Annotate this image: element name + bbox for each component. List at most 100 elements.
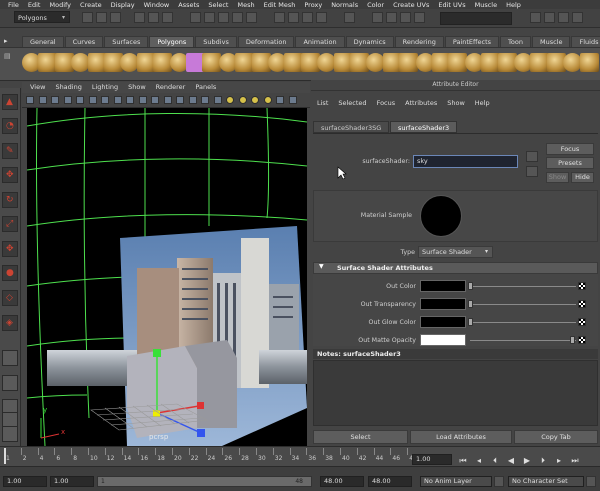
color-swatch[interactable]: [420, 316, 466, 328]
scale-tool-icon[interactable]: ⤢: [2, 216, 18, 232]
move-manipulator-x-handle[interactable]: [197, 402, 204, 409]
panel-menu-item[interactable]: Show: [128, 82, 146, 93]
menu-item[interactable]: Display: [111, 1, 135, 9]
last-tool-icon[interactable]: ◈: [2, 315, 18, 331]
menu-item[interactable]: Assets: [178, 1, 199, 9]
shelf-menu-icon[interactable]: ▸: [4, 37, 16, 46]
step-back-frame-icon[interactable]: ◂: [474, 456, 484, 466]
go-to-end-icon[interactable]: ⏭: [570, 456, 580, 466]
step-forward-key-icon[interactable]: ⏵: [538, 456, 548, 466]
lasso-tool-icon[interactable]: ◔: [2, 118, 18, 134]
step-forward-frame-icon[interactable]: ▸: [554, 456, 564, 466]
grid-toggle-icon[interactable]: [101, 96, 109, 104]
anim-layer-dropdown[interactable]: No Anim Layer: [420, 476, 492, 487]
image-plane-icon[interactable]: [63, 96, 72, 104]
menu-item[interactable]: Create: [80, 1, 102, 9]
select-joints-icon[interactable]: [204, 12, 215, 23]
slider-knob[interactable]: [468, 318, 473, 326]
move-manipulator-z-handle[interactable]: [197, 429, 205, 437]
soft-mod-icon[interactable]: ●: [2, 265, 18, 281]
camera-attributes-icon[interactable]: [38, 96, 47, 104]
ae-menu-item[interactable]: Show: [447, 97, 465, 109]
film-gate-icon[interactable]: [113, 96, 122, 104]
safe-action-icon[interactable]: [163, 96, 172, 104]
attribute-slider[interactable]: [470, 322, 576, 323]
history-icon[interactable]: [344, 12, 355, 23]
render-settings-icon[interactable]: [414, 12, 425, 23]
menu-item[interactable]: Edit: [28, 1, 41, 9]
tool-settings-toggle-icon[interactable]: [544, 12, 555, 23]
attribute-slider[interactable]: [470, 304, 576, 305]
menu-item[interactable]: Mesh: [237, 1, 254, 9]
range-slider[interactable]: 1 48: [97, 476, 312, 487]
menu-item[interactable]: Color: [367, 1, 384, 9]
select-curves-icon[interactable]: [218, 12, 229, 23]
ae-menu-item[interactable]: Help: [475, 97, 490, 109]
panel-menu-item[interactable]: View: [30, 82, 45, 93]
bookmark-icon[interactable]: [51, 96, 59, 104]
select-handles-icon[interactable]: [190, 12, 201, 23]
isolate-select-icon[interactable]: [276, 96, 284, 104]
all-lights-icon[interactable]: [238, 96, 247, 104]
select-deformers-icon[interactable]: [246, 12, 257, 23]
step-back-key-icon[interactable]: ⏴: [490, 456, 500, 466]
load-attributes-button[interactable]: Load Attributes: [410, 430, 512, 444]
menu-item[interactable]: Proxy: [304, 1, 322, 9]
go-to-start-icon[interactable]: ⏮: [458, 456, 468, 466]
save-scene-icon[interactable]: [110, 12, 121, 23]
select-object-icon[interactable]: [148, 12, 159, 23]
snap-point-icon[interactable]: [302, 12, 313, 23]
textured-icon[interactable]: [226, 96, 234, 104]
play-backwards-icon[interactable]: ◀: [506, 456, 516, 466]
map-texture-icon[interactable]: [578, 318, 586, 326]
menu-item[interactable]: Help: [506, 1, 521, 9]
open-scene-icon[interactable]: [96, 12, 107, 23]
map-texture-icon[interactable]: [578, 300, 586, 308]
color-swatch[interactable]: [420, 334, 466, 346]
field-chart-icon[interactable]: [151, 96, 159, 104]
resolution-gate-icon[interactable]: [126, 96, 134, 104]
render-frame-icon[interactable]: [386, 12, 397, 23]
menu-item[interactable]: Normals: [331, 1, 358, 9]
paint-select-icon[interactable]: ✎: [2, 143, 18, 159]
four-view-layout-icon[interactable]: [2, 375, 18, 391]
hypershade-layout-icon[interactable]: [2, 426, 18, 442]
universal-manip-icon[interactable]: ✥: [2, 241, 18, 257]
notes-field[interactable]: [313, 360, 598, 426]
tab-surfaceshader3[interactable]: surfaceShader3: [390, 121, 458, 133]
perspective-viewport[interactable]: y x pcrsp: [27, 108, 307, 446]
default-material-icon[interactable]: [213, 96, 222, 104]
ae-menu-item[interactable]: Focus: [377, 97, 396, 109]
playback-start-field[interactable]: 1.00: [50, 476, 94, 487]
menu-item[interactable]: Select: [208, 1, 228, 9]
shelf-options-icon[interactable]: ▤: [4, 52, 14, 71]
hide-button[interactable]: Hide: [571, 172, 594, 183]
menu-item[interactable]: Create UVs: [393, 1, 429, 9]
map-texture-icon[interactable]: [578, 282, 586, 290]
time-slider-playhead[interactable]: [4, 448, 6, 464]
new-scene-icon[interactable]: [82, 12, 93, 23]
select-output-icon[interactable]: [526, 166, 538, 177]
slider-knob[interactable]: [570, 336, 575, 344]
ipr-render-icon[interactable]: [400, 12, 411, 23]
select-surfaces-icon[interactable]: [232, 12, 243, 23]
attribute-slider[interactable]: [470, 286, 576, 287]
character-set-dropdown[interactable]: No Character Set: [508, 476, 584, 487]
smooth-shade-icon[interactable]: [201, 96, 209, 104]
current-frame-field[interactable]: 1.00: [412, 454, 452, 465]
ae-menu-item[interactable]: Attributes: [405, 97, 437, 109]
copy-tab-button[interactable]: Copy Tab: [514, 430, 598, 444]
safe-title-icon[interactable]: [176, 96, 184, 104]
quick-select-field[interactable]: [440, 12, 512, 25]
move-manipulator-y-handle[interactable]: [153, 349, 161, 357]
panel-menu-item[interactable]: Lighting: [92, 82, 118, 93]
select-button[interactable]: Select: [313, 430, 408, 444]
menu-item[interactable]: Modify: [49, 1, 71, 9]
select-tool-icon[interactable]: ▲: [2, 94, 18, 110]
max-time-field[interactable]: 48.00: [368, 476, 412, 487]
ae-menu-item[interactable]: List: [317, 97, 328, 109]
tab-surfaceshader3sg[interactable]: surfaceShader3SG: [313, 121, 390, 133]
single-perspective-layout-icon[interactable]: [2, 350, 18, 366]
auto-key-icon[interactable]: [586, 476, 596, 487]
start-time-field[interactable]: 1.00: [3, 476, 47, 487]
